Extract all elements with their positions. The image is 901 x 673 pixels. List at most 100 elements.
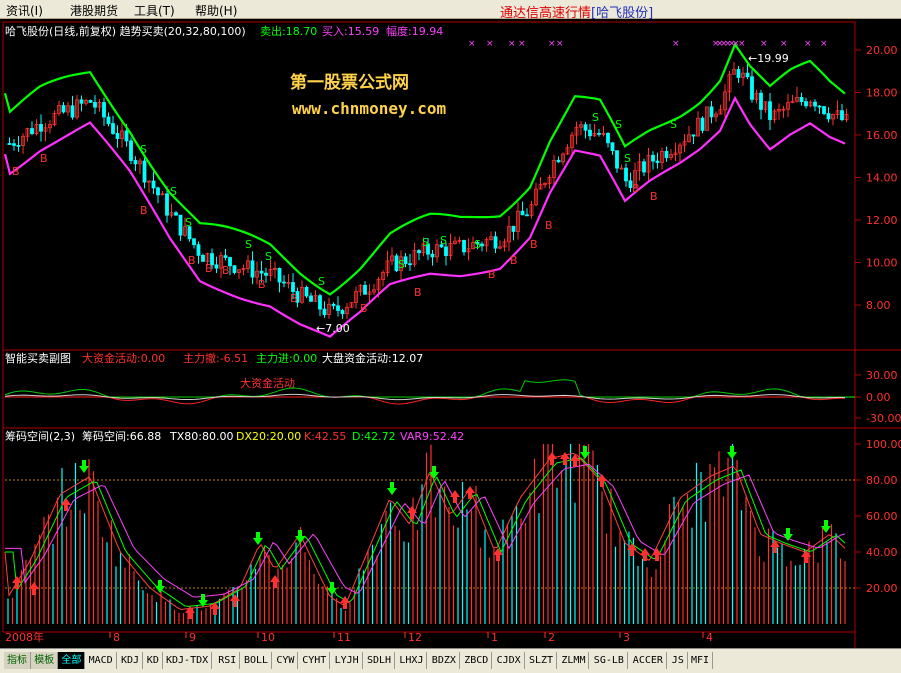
candle [651, 154, 655, 162]
candle [318, 295, 322, 310]
candle [115, 133, 120, 139]
candle [165, 193, 169, 216]
buy-marker: B [290, 292, 298, 305]
candle [597, 132, 601, 135]
cross-marker: × [820, 39, 828, 49]
buy-marker: B [488, 268, 496, 281]
tab-slzt[interactable]: SLZT [526, 652, 558, 669]
tab-sdlh[interactable]: SDLH [364, 652, 396, 669]
menu-tools[interactable]: 工具(T) [134, 2, 175, 19]
candle [768, 101, 772, 121]
tab-全部[interactable]: 全部 [58, 652, 86, 669]
menu-help[interactable]: 帮助(H) [195, 2, 237, 19]
candle [817, 105, 822, 108]
var9-label: VAR9:52.42 [400, 430, 464, 443]
candle [700, 117, 705, 131]
cross-marker: × [518, 39, 526, 49]
tab-accer[interactable]: ACCER [630, 652, 667, 669]
price-tick-label: 16.00 [866, 129, 898, 142]
buy-marker: B [530, 238, 538, 251]
tab-zbcd[interactable]: ZBCD [461, 652, 493, 669]
tab-kdj-tdx[interactable]: KDJ-TDX [163, 652, 213, 669]
tab-macd[interactable]: MACD [86, 652, 117, 669]
candle [142, 160, 147, 183]
candle [444, 246, 448, 256]
main-enter-label: 主力进:0.00 [256, 352, 317, 365]
candle [106, 116, 111, 125]
candle [615, 150, 619, 169]
cross-marker: × [672, 39, 680, 49]
tab-boll[interactable]: BOLL [241, 652, 273, 669]
sell-marker: S [592, 111, 599, 124]
menu-hk-futures[interactable]: 港股期货 [70, 2, 118, 19]
candle [840, 110, 844, 121]
tab-sg-lb[interactable]: SG-LB [591, 652, 628, 669]
indicator-tab-bar: 指标 模板 全部 MACD KDJ KD KDJ-TDX RSI BOLL CYW CYHT LYJH… [0, 648, 901, 673]
tab-zlmm[interactable]: ZLMM [558, 652, 590, 669]
sell-marker: S [624, 152, 631, 165]
candle [363, 284, 367, 295]
tab-mfi[interactable]: MFI [688, 652, 714, 669]
month-label: 12 [408, 631, 422, 644]
menu-info[interactable]: 资讯(I) [6, 2, 43, 19]
tab-模板[interactable]: 模板 [31, 652, 59, 669]
tab-指标[interactable]: 指标 [4, 652, 31, 669]
candle [813, 101, 817, 107]
candle [151, 180, 156, 189]
candle [691, 134, 696, 137]
month-label: 11 [337, 631, 351, 644]
sell-marker: S [170, 185, 177, 198]
month-label: 2 [548, 631, 555, 644]
tab-cyw[interactable]: CYW [273, 652, 299, 669]
sell-marker: S [318, 275, 325, 288]
candle [525, 214, 529, 217]
tab-kd[interactable]: KD [144, 652, 163, 669]
candle [196, 244, 201, 256]
candle [214, 264, 219, 269]
tab-rsi[interactable]: RSI [215, 652, 241, 669]
candle [309, 295, 313, 302]
chip-tick-label: 100.00 [866, 438, 901, 451]
candle [16, 145, 21, 147]
price-tick-label: 12.00 [866, 214, 898, 227]
candle [822, 106, 826, 114]
cross-marker: × [760, 39, 768, 49]
candle [93, 101, 97, 108]
candle [232, 265, 237, 273]
tab-lhxj[interactable]: LHXJ [396, 652, 428, 669]
tab-cjdx[interactable]: CJDX [494, 652, 525, 669]
fund-tick-label: 0.00 [866, 391, 891, 404]
candle [7, 143, 12, 145]
buy-marker: B [188, 254, 196, 267]
price-tick-label: 20.00 [866, 44, 898, 57]
tab-lyjh[interactable]: LYJH [332, 652, 363, 669]
month-label: 10 [261, 631, 275, 644]
chip-tick-label: 20.00 [866, 582, 898, 595]
candle [250, 260, 255, 278]
candle [606, 132, 610, 144]
chart-area[interactable]: 20.0018.0016.0014.0012.0010.008.00 30.00… [0, 20, 901, 648]
tab-cyht[interactable]: CYHT [299, 652, 331, 669]
cross-marker: × [468, 39, 476, 49]
chip-tick-label: 60.00 [866, 510, 898, 523]
candle [750, 76, 754, 100]
candle [804, 101, 808, 107]
candle [655, 160, 660, 163]
candle [264, 272, 268, 276]
sell-marker: S [440, 234, 447, 247]
k-label: K:42.55 [304, 430, 346, 443]
candle [493, 236, 498, 249]
app-title: 通达信高速行情[哈飞股份] [500, 2, 653, 21]
range-label: 幅度:19.94 [386, 24, 443, 38]
sell-marker: S [140, 143, 147, 156]
tab-bdzx[interactable]: BDZX [429, 652, 460, 669]
candle [223, 255, 228, 258]
month-label: 8 [113, 631, 120, 644]
buy-marker: B [632, 182, 640, 195]
candle [102, 102, 106, 118]
price-tick-label: 18.00 [866, 87, 898, 100]
market-fund-label: 大盘资金活动:12.07 [322, 351, 423, 365]
tab-kdj[interactable]: KDJ [118, 652, 144, 669]
tab-js[interactable]: JS [669, 652, 688, 669]
candle [826, 113, 831, 120]
